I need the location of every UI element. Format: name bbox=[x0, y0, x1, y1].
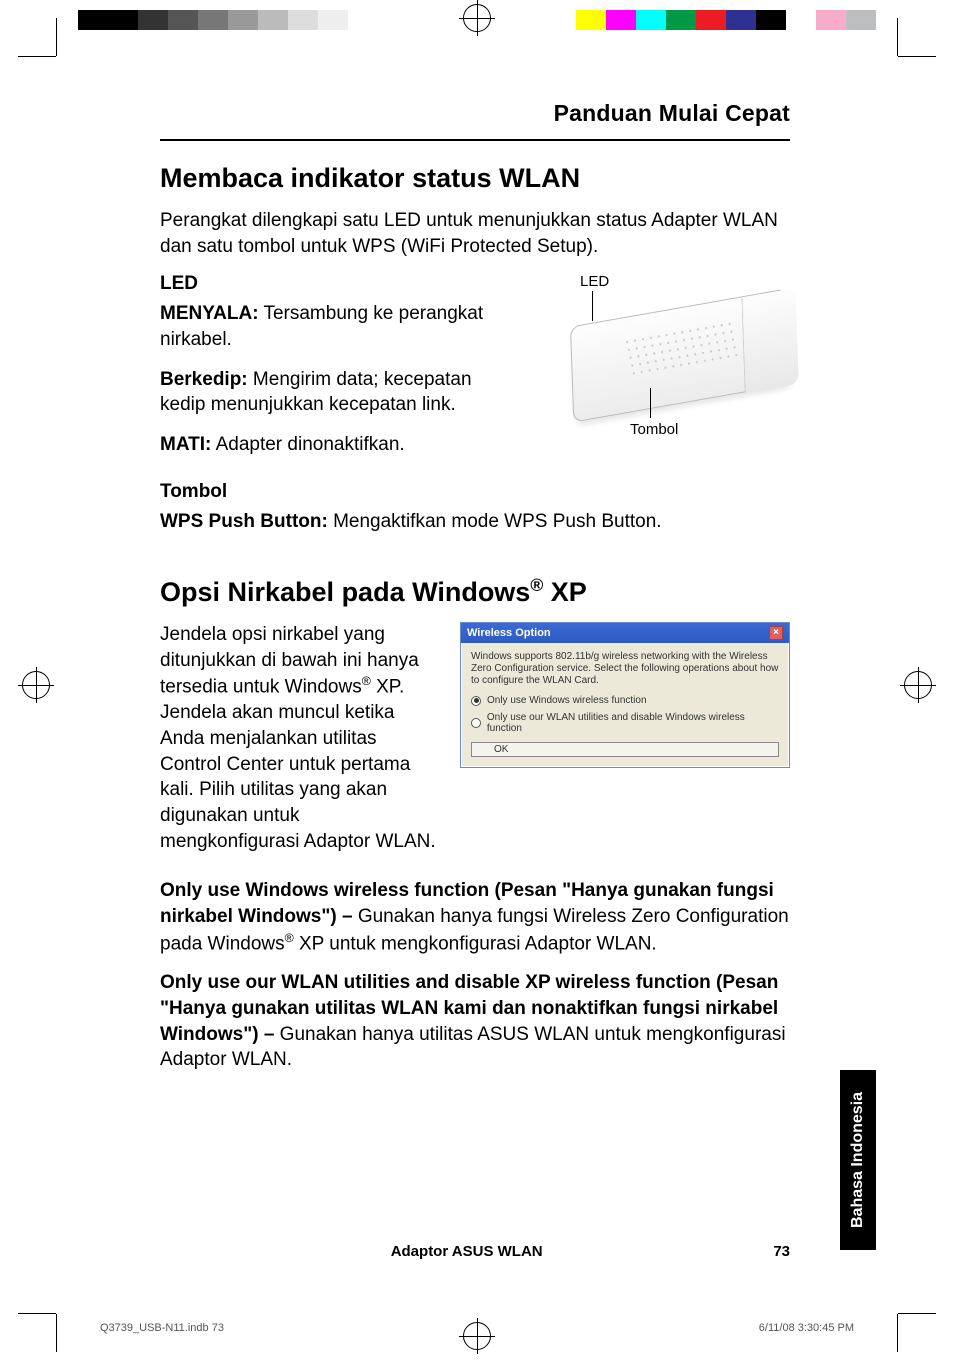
option1-paragraph: Only use Windows wireless function (Pesa… bbox=[160, 878, 790, 956]
dialog-body: Windows supports 802.11b/g wireless netw… bbox=[461, 643, 789, 767]
registered-symbol: ® bbox=[285, 931, 294, 945]
section-heading-wireless-options: Opsi Nirkabel pada Windows® XP bbox=[160, 575, 790, 608]
led-heading: LED bbox=[160, 273, 510, 295]
intro-text: Perangkat dilengkapi satu LED untuk menu… bbox=[160, 208, 790, 259]
dialog-titlebar: Wireless Option × bbox=[461, 623, 789, 643]
language-tab: Bahasa Indonesia bbox=[840, 1070, 876, 1250]
divider bbox=[160, 139, 790, 141]
crop-mark bbox=[18, 1313, 56, 1314]
callout-line bbox=[650, 388, 651, 418]
crop-mark bbox=[898, 1313, 936, 1314]
led-off-text: Adapter dinonaktifkan. bbox=[211, 434, 404, 455]
option1-suf: XP untuk mengkonfigurasi Adaptor WLAN. bbox=[294, 933, 657, 954]
registration-mark-icon bbox=[22, 671, 50, 699]
led-on-line: MENYALA: Tersambung ke perangkat nirkabe… bbox=[160, 301, 510, 352]
led-on-label: MENYALA: bbox=[160, 303, 259, 324]
close-icon[interactable]: × bbox=[769, 626, 783, 640]
footer-center: Adaptor ASUS WLAN bbox=[391, 1243, 543, 1260]
h1b-pre: Opsi Nirkabel pada Windows bbox=[160, 577, 530, 607]
radio-icon bbox=[471, 696, 481, 706]
page-content: Panduan Mulai Cepat Membaca indikator st… bbox=[160, 100, 790, 1087]
dialog-desc: Windows supports 802.11b/g wireless netw… bbox=[471, 651, 779, 687]
radio-icon bbox=[471, 718, 481, 728]
crop-mark bbox=[897, 1314, 898, 1352]
device-body bbox=[570, 289, 790, 423]
registered-symbol: ® bbox=[530, 575, 543, 595]
print-footer-right: 6/11/08 3:30:45 PM bbox=[759, 1322, 854, 1334]
device-illustration: LED Tombol bbox=[530, 273, 790, 453]
crop-mark bbox=[898, 56, 936, 57]
registration-mark-icon bbox=[463, 4, 491, 32]
wireless-option-dialog: Wireless Option × Windows supports 802.1… bbox=[460, 622, 790, 768]
registration-mark-icon bbox=[904, 671, 932, 699]
callout-led-label: LED bbox=[580, 273, 609, 290]
guide-title: Panduan Mulai Cepat bbox=[160, 100, 790, 127]
crop-mark bbox=[56, 18, 57, 56]
print-job-footer: Q3739_USB-N11.indb 73 6/11/08 3:30:45 PM bbox=[100, 1322, 854, 1334]
intro-b: Jendela opsi nirkabel yang ditunjukkan d… bbox=[160, 622, 440, 854]
led-off-label: MATI: bbox=[160, 434, 211, 455]
footer-page-number: 73 bbox=[773, 1243, 790, 1260]
crop-mark bbox=[897, 18, 898, 56]
page-footer: Adaptor ASUS WLAN 73 bbox=[160, 1243, 790, 1260]
gray-calibration-bars bbox=[78, 10, 378, 30]
radio-option-wlan-utilities[interactable]: Only use our WLAN utilities and disable … bbox=[471, 712, 779, 734]
dialog-title-text: Wireless Option bbox=[467, 627, 551, 639]
section-heading-wlan-status: Membaca indikator status WLAN bbox=[160, 163, 790, 194]
registered-symbol: ® bbox=[362, 674, 371, 688]
wps-text: Mengaktifkan mode WPS Push Button. bbox=[328, 511, 662, 532]
callout-line bbox=[592, 291, 593, 321]
option2-paragraph: Only use our WLAN utilities and disable … bbox=[160, 970, 790, 1073]
led-blink-line: Berkedip: Mengirim data; kecepatan kedip… bbox=[160, 367, 510, 418]
device-cap bbox=[741, 288, 799, 393]
crop-mark bbox=[18, 56, 56, 57]
radio-option-windows-only[interactable]: Only use Windows wireless function bbox=[471, 695, 779, 706]
led-off-line: MATI: Adapter dinonaktifkan. bbox=[160, 432, 510, 458]
led-blink-label: Berkedip: bbox=[160, 369, 248, 390]
crop-mark bbox=[56, 1314, 57, 1352]
ok-button[interactable]: OK bbox=[471, 742, 779, 757]
button-heading: Tombol bbox=[160, 481, 790, 503]
print-footer-left: Q3739_USB-N11.indb 73 bbox=[100, 1322, 224, 1334]
color-calibration-bars bbox=[576, 10, 876, 30]
wps-line: WPS Push Button: Mengaktifkan mode WPS P… bbox=[160, 509, 790, 535]
callout-button-label: Tombol bbox=[630, 421, 678, 438]
h1b-suf: XP bbox=[543, 577, 587, 607]
radio-label-2: Only use our WLAN utilities and disable … bbox=[487, 712, 779, 734]
radio-label-1: Only use Windows wireless function bbox=[487, 695, 647, 706]
device-vent-dots bbox=[622, 320, 739, 378]
intro-b-suf: XP. Jendela akan muncul ketika Anda menj… bbox=[160, 677, 436, 852]
wps-label: WPS Push Button: bbox=[160, 511, 328, 532]
